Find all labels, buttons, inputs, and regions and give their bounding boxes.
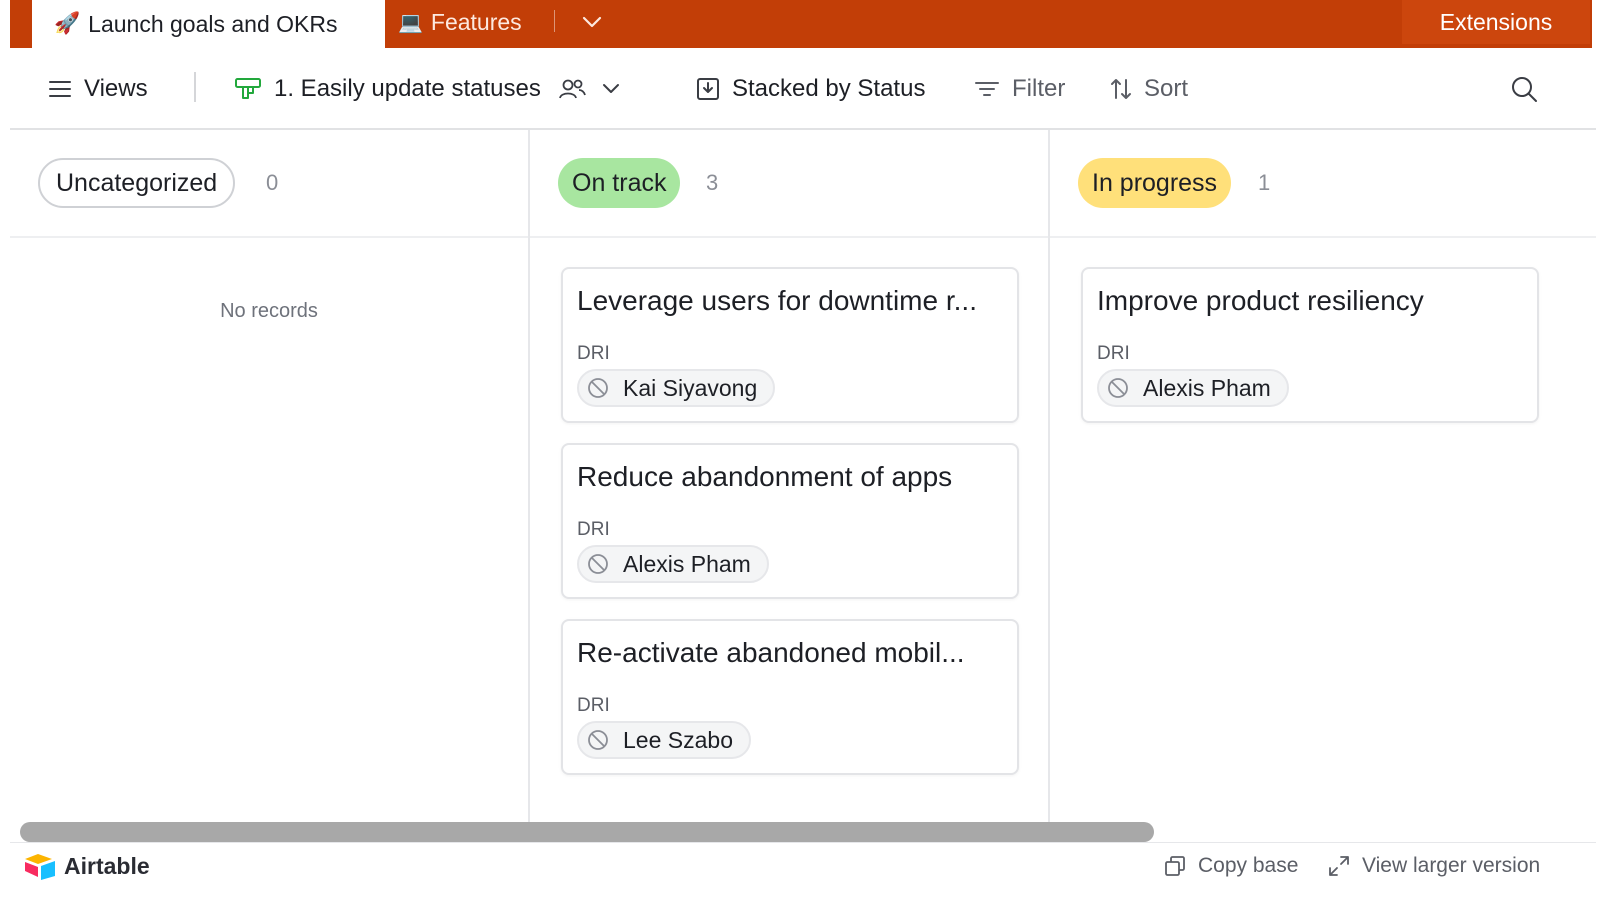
expand-icon <box>1329 856 1349 876</box>
airtable-logo-link[interactable]: Airtable <box>24 851 150 881</box>
column-uncategorized: Uncategorized 0 No records <box>10 130 530 842</box>
tab-divider <box>554 10 555 32</box>
card-title: Improve product resiliency <box>1097 285 1424 316</box>
search-icon <box>1512 77 1537 102</box>
stack-download-icon <box>697 78 719 100</box>
empty-state-text: No records <box>220 300 318 322</box>
view-larger-label: View larger version <box>1362 854 1541 877</box>
tab-label: Features <box>430 8 522 35</box>
sort-label: Sort <box>1144 75 1189 102</box>
stacked-by-button[interactable]: Stacked by Status <box>696 48 925 130</box>
person-chip: Alexis Pham <box>1097 369 1289 407</box>
view-toolbar: Views 1. Easily update statuses Stacked … <box>10 48 1596 130</box>
copy-base-button[interactable]: Copy base <box>1164 851 1298 881</box>
copy-base-label: Copy base <box>1198 854 1299 877</box>
filter-icon <box>975 82 999 96</box>
person-chip: Lee Szabo <box>577 721 751 759</box>
stacked-label: Stacked by Status <box>732 75 926 102</box>
kanban-board: Uncategorized 0 No records On track 3 Le… <box>10 130 1596 842</box>
current-view-button[interactable]: 1. Easily update statuses <box>234 48 633 130</box>
view-name: 1. Easily update statuses <box>274 75 541 102</box>
status-pill[interactable]: On track <box>558 158 681 208</box>
column-count: 1 <box>1258 170 1271 195</box>
card-title: Leverage users for downtime r... <box>577 285 977 316</box>
card-title: Re-activate abandoned mobil... <box>577 637 965 668</box>
tab-label: Launch goals and OKRs <box>88 10 338 37</box>
table-tab-bar: 🚀 Launch goals and OKRs 💻 Features Exten… <box>10 0 1592 48</box>
column-header: On track 3 <box>530 130 1048 238</box>
field-label: DRI <box>577 519 610 540</box>
record-card[interactable]: Improve product resiliency DRI Alexis Ph… <box>1081 267 1539 423</box>
column-count: 3 <box>706 170 719 195</box>
airtable-logo-icon <box>25 854 55 880</box>
field-label: DRI <box>577 343 610 364</box>
view-larger-button[interactable]: View larger version <box>1328 851 1540 881</box>
record-card[interactable]: Leverage users for downtime r... DRI Kai… <box>561 267 1019 423</box>
tab-features[interactable]: 💻 Features <box>398 0 522 44</box>
person-name: Kai Siyavong <box>623 374 758 401</box>
filter-label: Filter <box>1012 75 1066 102</box>
column-on-track: On track 3 Leverage users for downtime r… <box>530 130 1050 842</box>
column-header: In progress 1 <box>1050 130 1596 238</box>
no-avatar-icon <box>1108 378 1128 398</box>
tables-dropdown-button[interactable] <box>578 8 606 36</box>
toolbar-divider <box>194 72 196 102</box>
chevron-down-icon <box>602 84 619 93</box>
horizontal-scrollbar[interactable] <box>20 822 1154 842</box>
person-name: Lee Szabo <box>623 726 733 753</box>
brand-name: Airtable <box>64 852 150 879</box>
sort-button[interactable]: Sort <box>1110 48 1188 130</box>
laptop-emoji-icon: 💻 <box>398 11 423 34</box>
column-count: 0 <box>266 170 279 195</box>
extensions-button[interactable]: Extensions <box>1402 0 1590 44</box>
views-button[interactable]: Views <box>48 48 148 130</box>
rocket-emoji-icon: 🚀 <box>54 12 81 35</box>
person-chip: Kai Siyavong <box>577 369 776 407</box>
embedded-base-frame: 🚀 Launch goals and OKRs 💻 Features Exten… <box>10 0 1596 900</box>
card-title: Reduce abandonment of apps <box>577 461 953 492</box>
collaborators-icon <box>558 79 586 99</box>
status-pill[interactable]: Uncategorized <box>38 158 236 208</box>
person-name: Alexis Pham <box>1143 374 1271 401</box>
no-avatar-icon <box>588 378 608 398</box>
sort-icon <box>1111 79 1131 99</box>
status-pill[interactable]: In progress <box>1078 158 1232 208</box>
column-in-progress: In progress 1 Improve product resiliency… <box>1050 130 1596 842</box>
copy-icon <box>1165 856 1185 876</box>
tab-launch-goals[interactable]: 🚀 Launch goals and OKRs <box>32 0 385 48</box>
kanban-view-icon <box>235 78 261 99</box>
views-label: Views <box>84 75 148 102</box>
filter-button[interactable]: Filter <box>974 48 1065 130</box>
no-avatar-icon <box>588 554 608 574</box>
no-avatar-icon <box>588 730 608 750</box>
field-label: DRI <box>577 695 610 716</box>
hamburger-menu-icon <box>49 81 71 97</box>
record-card[interactable]: Re-activate abandoned mobil... DRI Lee S… <box>561 619 1019 775</box>
person-chip: Alexis Pham <box>577 545 769 583</box>
person-name: Alexis Pham <box>623 550 751 577</box>
field-label: DRI <box>1097 343 1130 364</box>
record-card[interactable]: Reduce abandonment of apps DRI Alexis Ph… <box>561 443 1019 599</box>
column-header: Uncategorized 0 <box>10 130 528 238</box>
chevron-down-icon <box>582 16 602 28</box>
search-button[interactable] <box>1510 48 1550 130</box>
embed-footer: Airtable Copy base View larger version <box>10 842 1596 900</box>
